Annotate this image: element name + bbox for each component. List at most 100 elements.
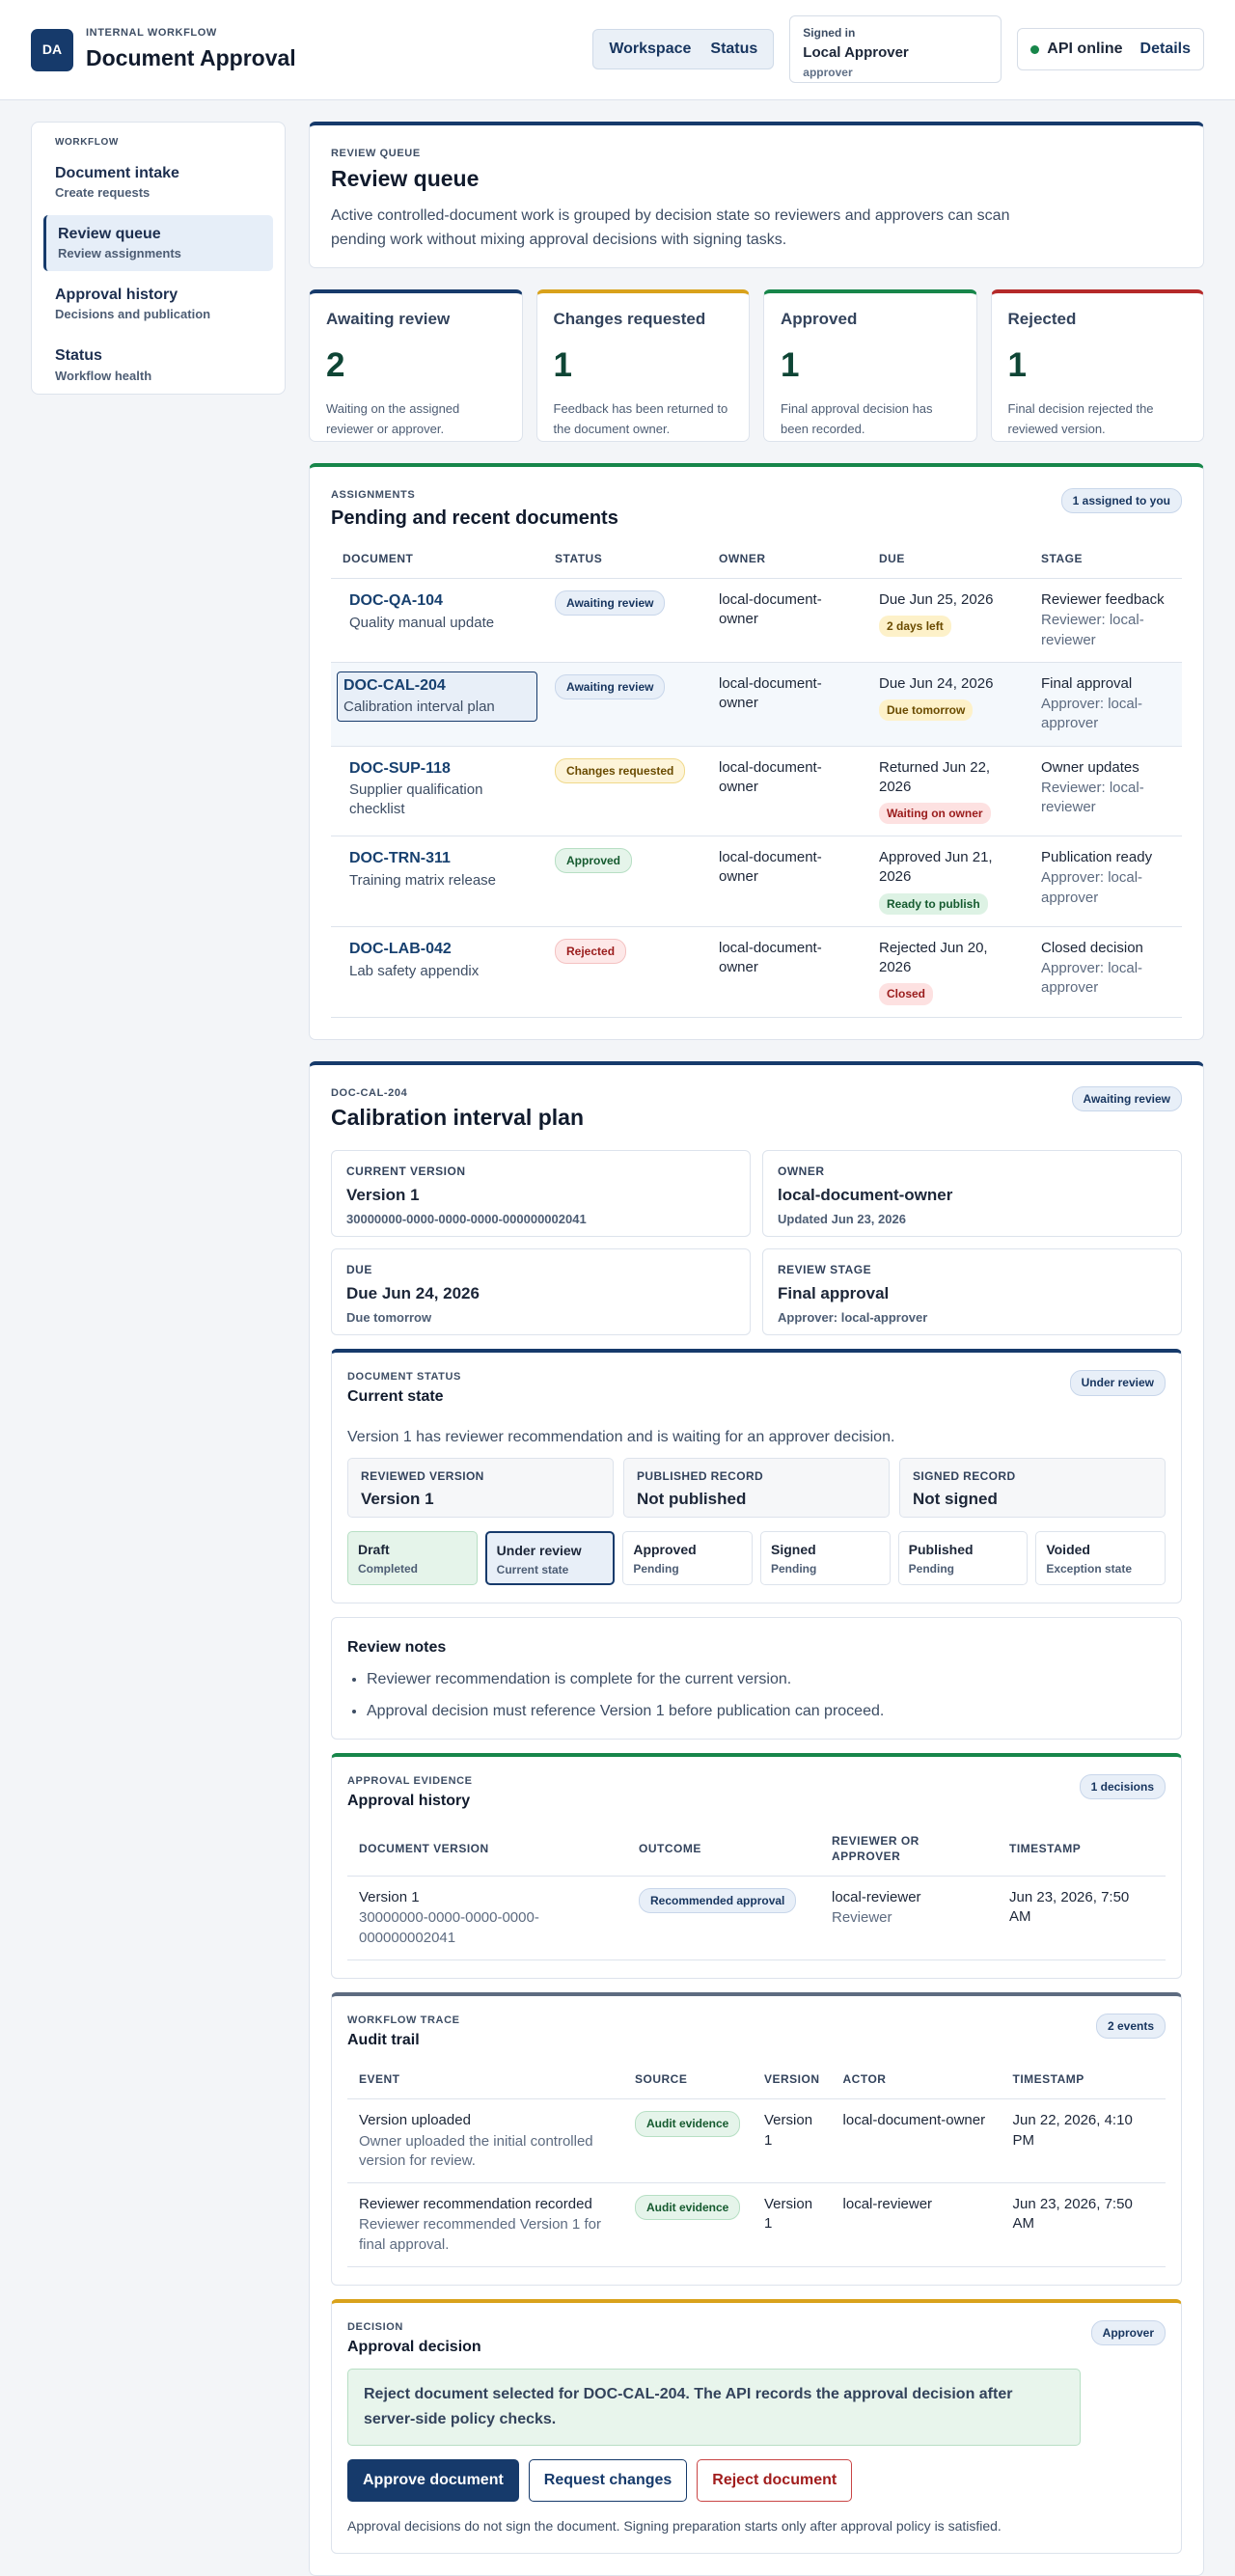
step-label: Published bbox=[908, 1541, 974, 1557]
sidebar-item-document-intake[interactable]: Document intake Create requests bbox=[43, 154, 273, 210]
table-row[interactable]: DOC-LAB-042 Lab safety appendix Rejected … bbox=[331, 926, 1182, 1018]
table-row-selected[interactable]: DOC-CAL-204 Calibration interval plan Awa… bbox=[331, 662, 1182, 747]
sidebar-item-sub: Create requests bbox=[55, 185, 151, 201]
stage: Closed decision bbox=[1041, 939, 1143, 956]
actor: local-document-owner bbox=[831, 2098, 1002, 2184]
column-header: STAGE bbox=[1029, 536, 1182, 580]
field-value: local-document-owner bbox=[778, 1185, 953, 1204]
status-link[interactable]: Status bbox=[700, 30, 767, 69]
decision-buttons: Approve document Request changes Reject … bbox=[347, 2458, 1166, 2502]
metric-approved[interactable]: Approved 1 Final approval decision has b… bbox=[763, 289, 977, 442]
reviewed-version-record: REVIEWED VERSION Version 1 bbox=[347, 1457, 614, 1518]
request-changes-button[interactable]: Request changes bbox=[528, 2458, 688, 2502]
document-name: Supplier qualification checklist bbox=[349, 781, 483, 818]
detail-header: DOC-CAL-204 Calibration interval plan Aw… bbox=[331, 1085, 1182, 1134]
sidebar-item-approval-history[interactable]: Approval history Decisions and publicati… bbox=[43, 276, 273, 332]
due-date: Rejected Jun 20, 2026 bbox=[879, 939, 988, 976]
doc-status-text: Version 1 has reviewer recommendation an… bbox=[347, 1428, 895, 1445]
step-label: Draft bbox=[358, 1541, 390, 1557]
list-item: Reviewer recommendation is complete for … bbox=[367, 1669, 1166, 1690]
review-queue-intro: REVIEW QUEUE Review queue Active control… bbox=[309, 122, 1204, 268]
assignments-table: DOCUMENT STATUS OWNER DUE STAGE DOC-QA-1… bbox=[331, 536, 1182, 1018]
sidebar-item-status[interactable]: Status Workflow health bbox=[43, 337, 273, 393]
step-label: Voided bbox=[1046, 1541, 1090, 1557]
brand: INTERNAL WORKFLOW Document Approval bbox=[86, 26, 296, 74]
status-dot-icon bbox=[1030, 44, 1040, 54]
metric-note: Final approval decision has been recorde… bbox=[781, 401, 933, 436]
evidence-eyebrow: APPROVAL EVIDENCE bbox=[347, 1775, 473, 1788]
detail-eyebrow: DOC-CAL-204 bbox=[331, 1086, 408, 1099]
api-status-label: API online bbox=[1047, 41, 1123, 58]
status-badge: Rejected bbox=[555, 938, 627, 965]
metric-note: Feedback has been returned to the docume… bbox=[553, 401, 728, 436]
decision-footnote: Approval decisions do not sign the docum… bbox=[347, 2517, 1002, 2534]
owner-field: OWNER local-document-owner Updated Jun 2… bbox=[762, 1150, 1182, 1238]
sidebar-item-review-queue[interactable]: Review queue Review assignments bbox=[43, 214, 273, 271]
assigned-count-badge: 1 assigned to you bbox=[1060, 488, 1182, 514]
record-value: Not published bbox=[637, 1489, 747, 1508]
stage-sub: Approver: local-approver bbox=[1041, 869, 1143, 906]
status-badge: Approved bbox=[555, 848, 633, 874]
status-badge: Awaiting review bbox=[555, 673, 666, 699]
api-details-link[interactable]: Details bbox=[1140, 39, 1191, 60]
page-title: Review queue bbox=[331, 165, 480, 191]
field-label: OWNER bbox=[778, 1165, 825, 1179]
owner: local-document-owner bbox=[707, 746, 867, 837]
approve-document-button[interactable]: Approve document bbox=[347, 2458, 519, 2502]
column-header: SOURCE bbox=[623, 2058, 753, 2100]
column-header: DOCUMENT bbox=[331, 536, 543, 580]
column-header: OUTCOME bbox=[627, 1819, 820, 1877]
signed-in-role: approver bbox=[803, 66, 853, 80]
sidebar: WORKFLOW Document intake Create requests… bbox=[31, 122, 286, 395]
signed-in-name: Local Approver bbox=[803, 44, 909, 62]
top-actions: Workspace Status Signed in Local Approve… bbox=[592, 15, 1204, 83]
stage: Publication ready bbox=[1041, 849, 1153, 866]
sidebar-heading: WORKFLOW bbox=[55, 137, 119, 148]
metric-value: 1 bbox=[781, 345, 800, 384]
audit-trail-panel: WORKFLOW TRACE Audit trail 2 events EVEN… bbox=[331, 1991, 1182, 2286]
metric-awaiting-review[interactable]: Awaiting review 2 Waiting on the assigne… bbox=[309, 289, 523, 442]
sidebar-item-sub: Review assignments bbox=[58, 246, 181, 261]
record-value: Version 1 bbox=[361, 1489, 434, 1508]
metric-rejected[interactable]: Rejected 1 Final decision rejected the r… bbox=[990, 289, 1204, 442]
step-state: Exception state bbox=[1046, 1562, 1133, 1576]
step-state: Completed bbox=[358, 1562, 419, 1576]
record-fields: REVIEWED VERSION Version 1 PUBLISHED REC… bbox=[347, 1457, 1166, 1518]
document-id[interactable]: DOC-LAB-042 bbox=[349, 939, 532, 960]
top-bar: DA INTERNAL WORKFLOW Document Approval W… bbox=[0, 0, 1235, 100]
version: Version 1 bbox=[753, 2098, 832, 2184]
reject-document-button[interactable]: Reject document bbox=[697, 2458, 853, 2502]
table-row[interactable]: DOC-QA-104 Quality manual update Awaiting… bbox=[331, 578, 1182, 663]
step-label: Approved bbox=[633, 1541, 697, 1557]
audit-trail-table: EVENT SOURCE VERSION ACTOR TIMESTAMP Ver… bbox=[347, 2058, 1166, 2267]
column-header: DOCUMENT VERSION bbox=[347, 1819, 627, 1877]
sidebar-item-label: Approval history bbox=[55, 286, 178, 303]
metric-changes-requested[interactable]: Changes requested 1 Feedback has been re… bbox=[535, 289, 750, 442]
column-header: STATUS bbox=[543, 536, 707, 580]
detail-status-badge: Awaiting review bbox=[1071, 1085, 1182, 1111]
step-label: Signed bbox=[771, 1541, 816, 1557]
stage-sub: Approver: local-approver bbox=[1041, 696, 1143, 732]
metric-label: Awaiting review bbox=[326, 310, 451, 328]
table-row[interactable]: DOC-TRN-311 Training matrix release Appro… bbox=[331, 836, 1182, 927]
due-pill: Waiting on owner bbox=[879, 803, 991, 825]
actor-role: Reviewer bbox=[832, 1909, 892, 1927]
assignments-card: ASSIGNMENTS Pending and recent documents… bbox=[309, 463, 1204, 1040]
event-description: Owner uploaded the initial controlled ve… bbox=[359, 2132, 593, 2169]
workspace-link[interactable]: Workspace bbox=[599, 30, 700, 69]
document-id[interactable]: DOC-SUP-118 bbox=[349, 758, 532, 780]
decision-header: DECISION Approval decision Approver bbox=[347, 2319, 1166, 2357]
role-badge: Approver bbox=[1090, 2319, 1166, 2346]
document-id[interactable]: DOC-QA-104 bbox=[349, 590, 532, 612]
assignments-header: ASSIGNMENTS Pending and recent documents… bbox=[331, 488, 1182, 532]
approval-history-table: DOCUMENT VERSION OUTCOME REVIEWER OR APP… bbox=[347, 1819, 1166, 1960]
due-pill: Ready to publish bbox=[879, 892, 988, 915]
stage: Owner updates bbox=[1041, 758, 1139, 776]
document-detail-card: DOC-CAL-204 Calibration interval plan Aw… bbox=[309, 1060, 1204, 2576]
table-row[interactable]: DOC-SUP-118 Supplier qualification checkl… bbox=[331, 746, 1182, 837]
document-name: Training matrix release bbox=[349, 871, 496, 889]
document-id[interactable]: DOC-TRN-311 bbox=[349, 848, 532, 869]
metric-label: Approved bbox=[781, 310, 858, 328]
document-id[interactable]: DOC-CAL-204 bbox=[343, 675, 531, 697]
layout: WORKFLOW Document intake Create requests… bbox=[0, 100, 1235, 2576]
